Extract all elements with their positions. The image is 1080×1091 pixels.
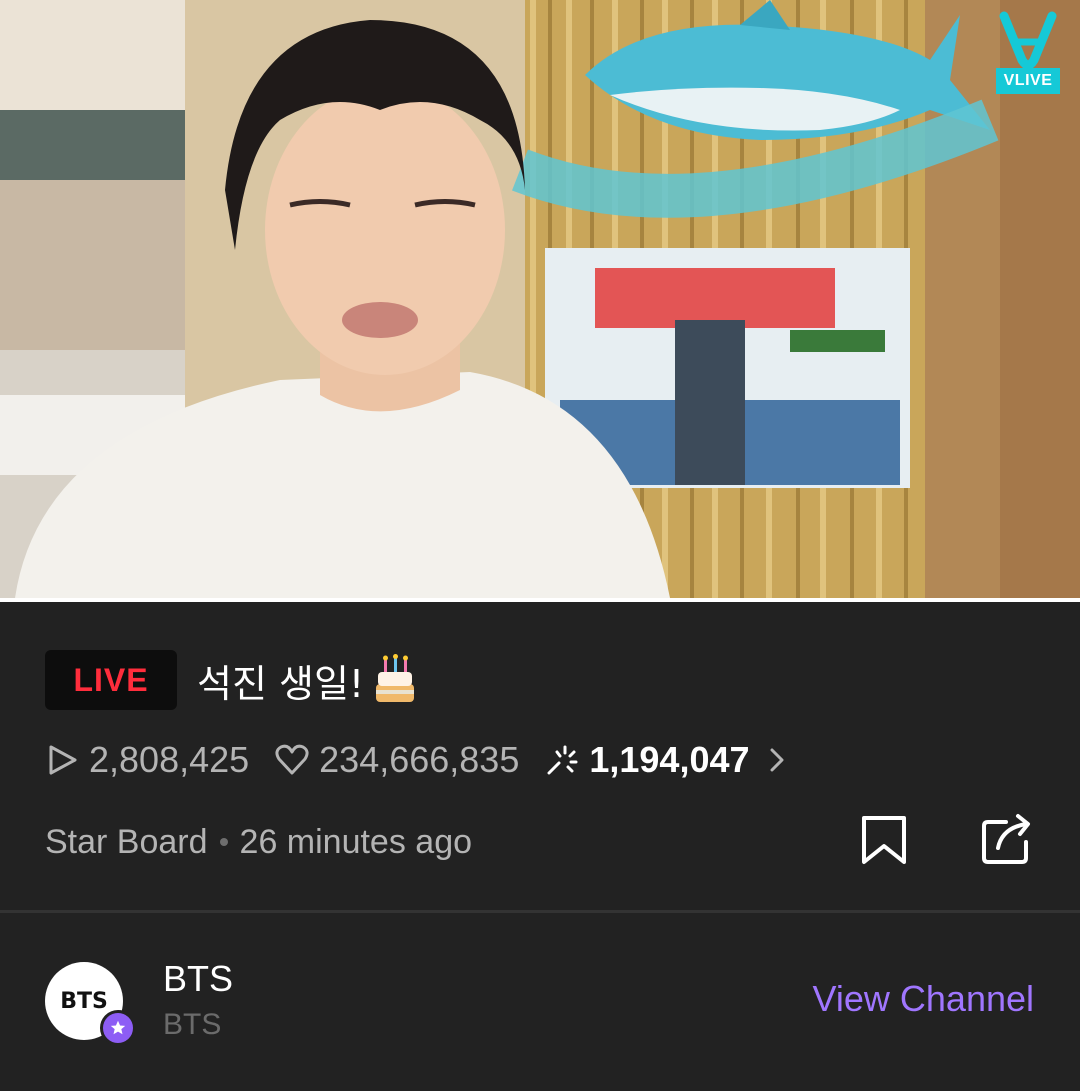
meta-separator-dot: [219, 838, 228, 846]
sparkle-count[interactable]: 1,194,047: [589, 739, 749, 781]
board-label[interactable]: Star Board: [45, 823, 208, 862]
channel-row: BTS BTS BTS View Channel: [0, 952, 1080, 1052]
title-row: LIVE 석진 생일!: [45, 649, 420, 711]
section-separator: [0, 910, 1080, 913]
share-icon: [982, 814, 1030, 864]
play-count: 2,808,425: [89, 739, 250, 780]
birthday-cake-icon: [376, 654, 415, 702]
time-ago: 26 minutes ago: [239, 822, 473, 861]
stats-row: 2,808,425 234,666,835 1,194,047: [45, 736, 788, 784]
bookmark-icon: [862, 816, 906, 864]
broadcast-title: 석진 생일!: [197, 661, 365, 706]
star-icon: [110, 1020, 126, 1035]
play-outline-icon: [49, 745, 77, 775]
meta-row: Star Board 26 minutes ago: [45, 820, 472, 864]
channel-name[interactable]: BTS: [163, 958, 233, 1000]
sparkle-icon: [547, 745, 578, 775]
video-frame: [0, 0, 1080, 598]
heart-outline-icon: [275, 744, 309, 775]
share-button[interactable]: [978, 810, 1034, 866]
channel-subtitle: BTS: [163, 1008, 222, 1041]
chevron-right-icon[interactable]: [766, 746, 788, 774]
video-player[interactable]: VLIVE: [0, 0, 1080, 598]
live-badge: LIVE: [45, 650, 177, 710]
bookmark-button[interactable]: [856, 812, 912, 868]
broadcast-info-panel: LIVE 석진 생일! 2,808,425 234,666,835 1,194,…: [0, 602, 1080, 1091]
view-channel-link[interactable]: View Channel: [813, 978, 1034, 1020]
vlive-brand-label: VLIVE: [996, 68, 1060, 94]
star-badge-icon: [100, 1010, 136, 1046]
heart-count: 234,666,835: [319, 739, 520, 780]
